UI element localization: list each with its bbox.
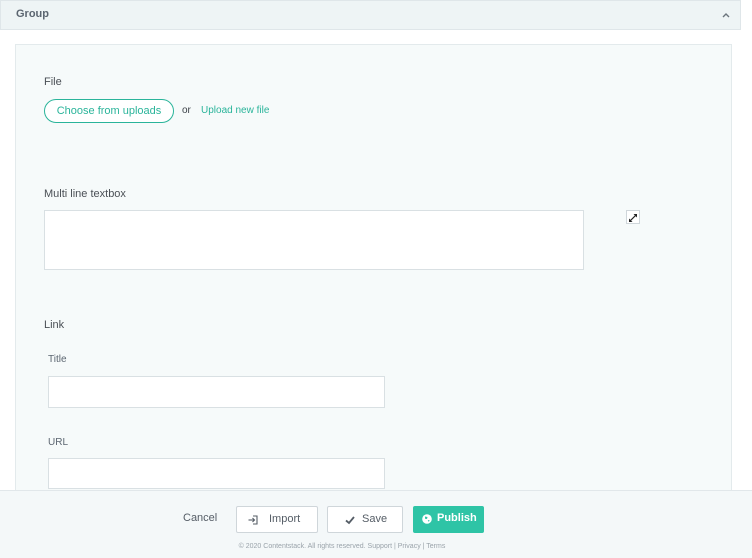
publish-label: Publish <box>437 512 477 524</box>
expand-icon[interactable] <box>626 210 640 224</box>
choose-from-uploads-button[interactable]: Choose from uploads <box>44 99 174 123</box>
multiline-label: Multi line textbox <box>44 188 126 200</box>
upload-new-file-link[interactable]: Upload new file <box>201 105 269 116</box>
url-input[interactable] <box>48 458 385 489</box>
check-icon <box>344 514 356 526</box>
globe-icon <box>421 513 433 525</box>
title-label: Title <box>48 354 67 365</box>
copyright-text: © 2020 Contentstack. All rights reserved… <box>238 543 446 550</box>
group-header[interactable]: Group <box>0 0 741 30</box>
footer: Cancel Import Save Publish © 2020 Conten… <box>0 490 752 558</box>
chevron-up-icon[interactable] <box>719 8 733 22</box>
url-label: URL <box>48 437 69 448</box>
group-title: Group <box>16 8 49 20</box>
import-icon <box>247 514 259 526</box>
cancel-button[interactable]: Cancel <box>183 512 217 524</box>
title-input[interactable] <box>48 376 385 408</box>
save-button[interactable]: Save <box>327 506 403 533</box>
file-label: File <box>44 76 62 88</box>
import-label: Import <box>269 513 301 525</box>
link-label: Link <box>44 319 65 331</box>
save-label: Save <box>362 513 388 525</box>
import-button[interactable]: Import <box>236 506 318 533</box>
publish-button[interactable]: Publish <box>413 506 484 533</box>
multiline-textbox[interactable] <box>44 210 584 270</box>
or-text: or <box>182 105 191 116</box>
